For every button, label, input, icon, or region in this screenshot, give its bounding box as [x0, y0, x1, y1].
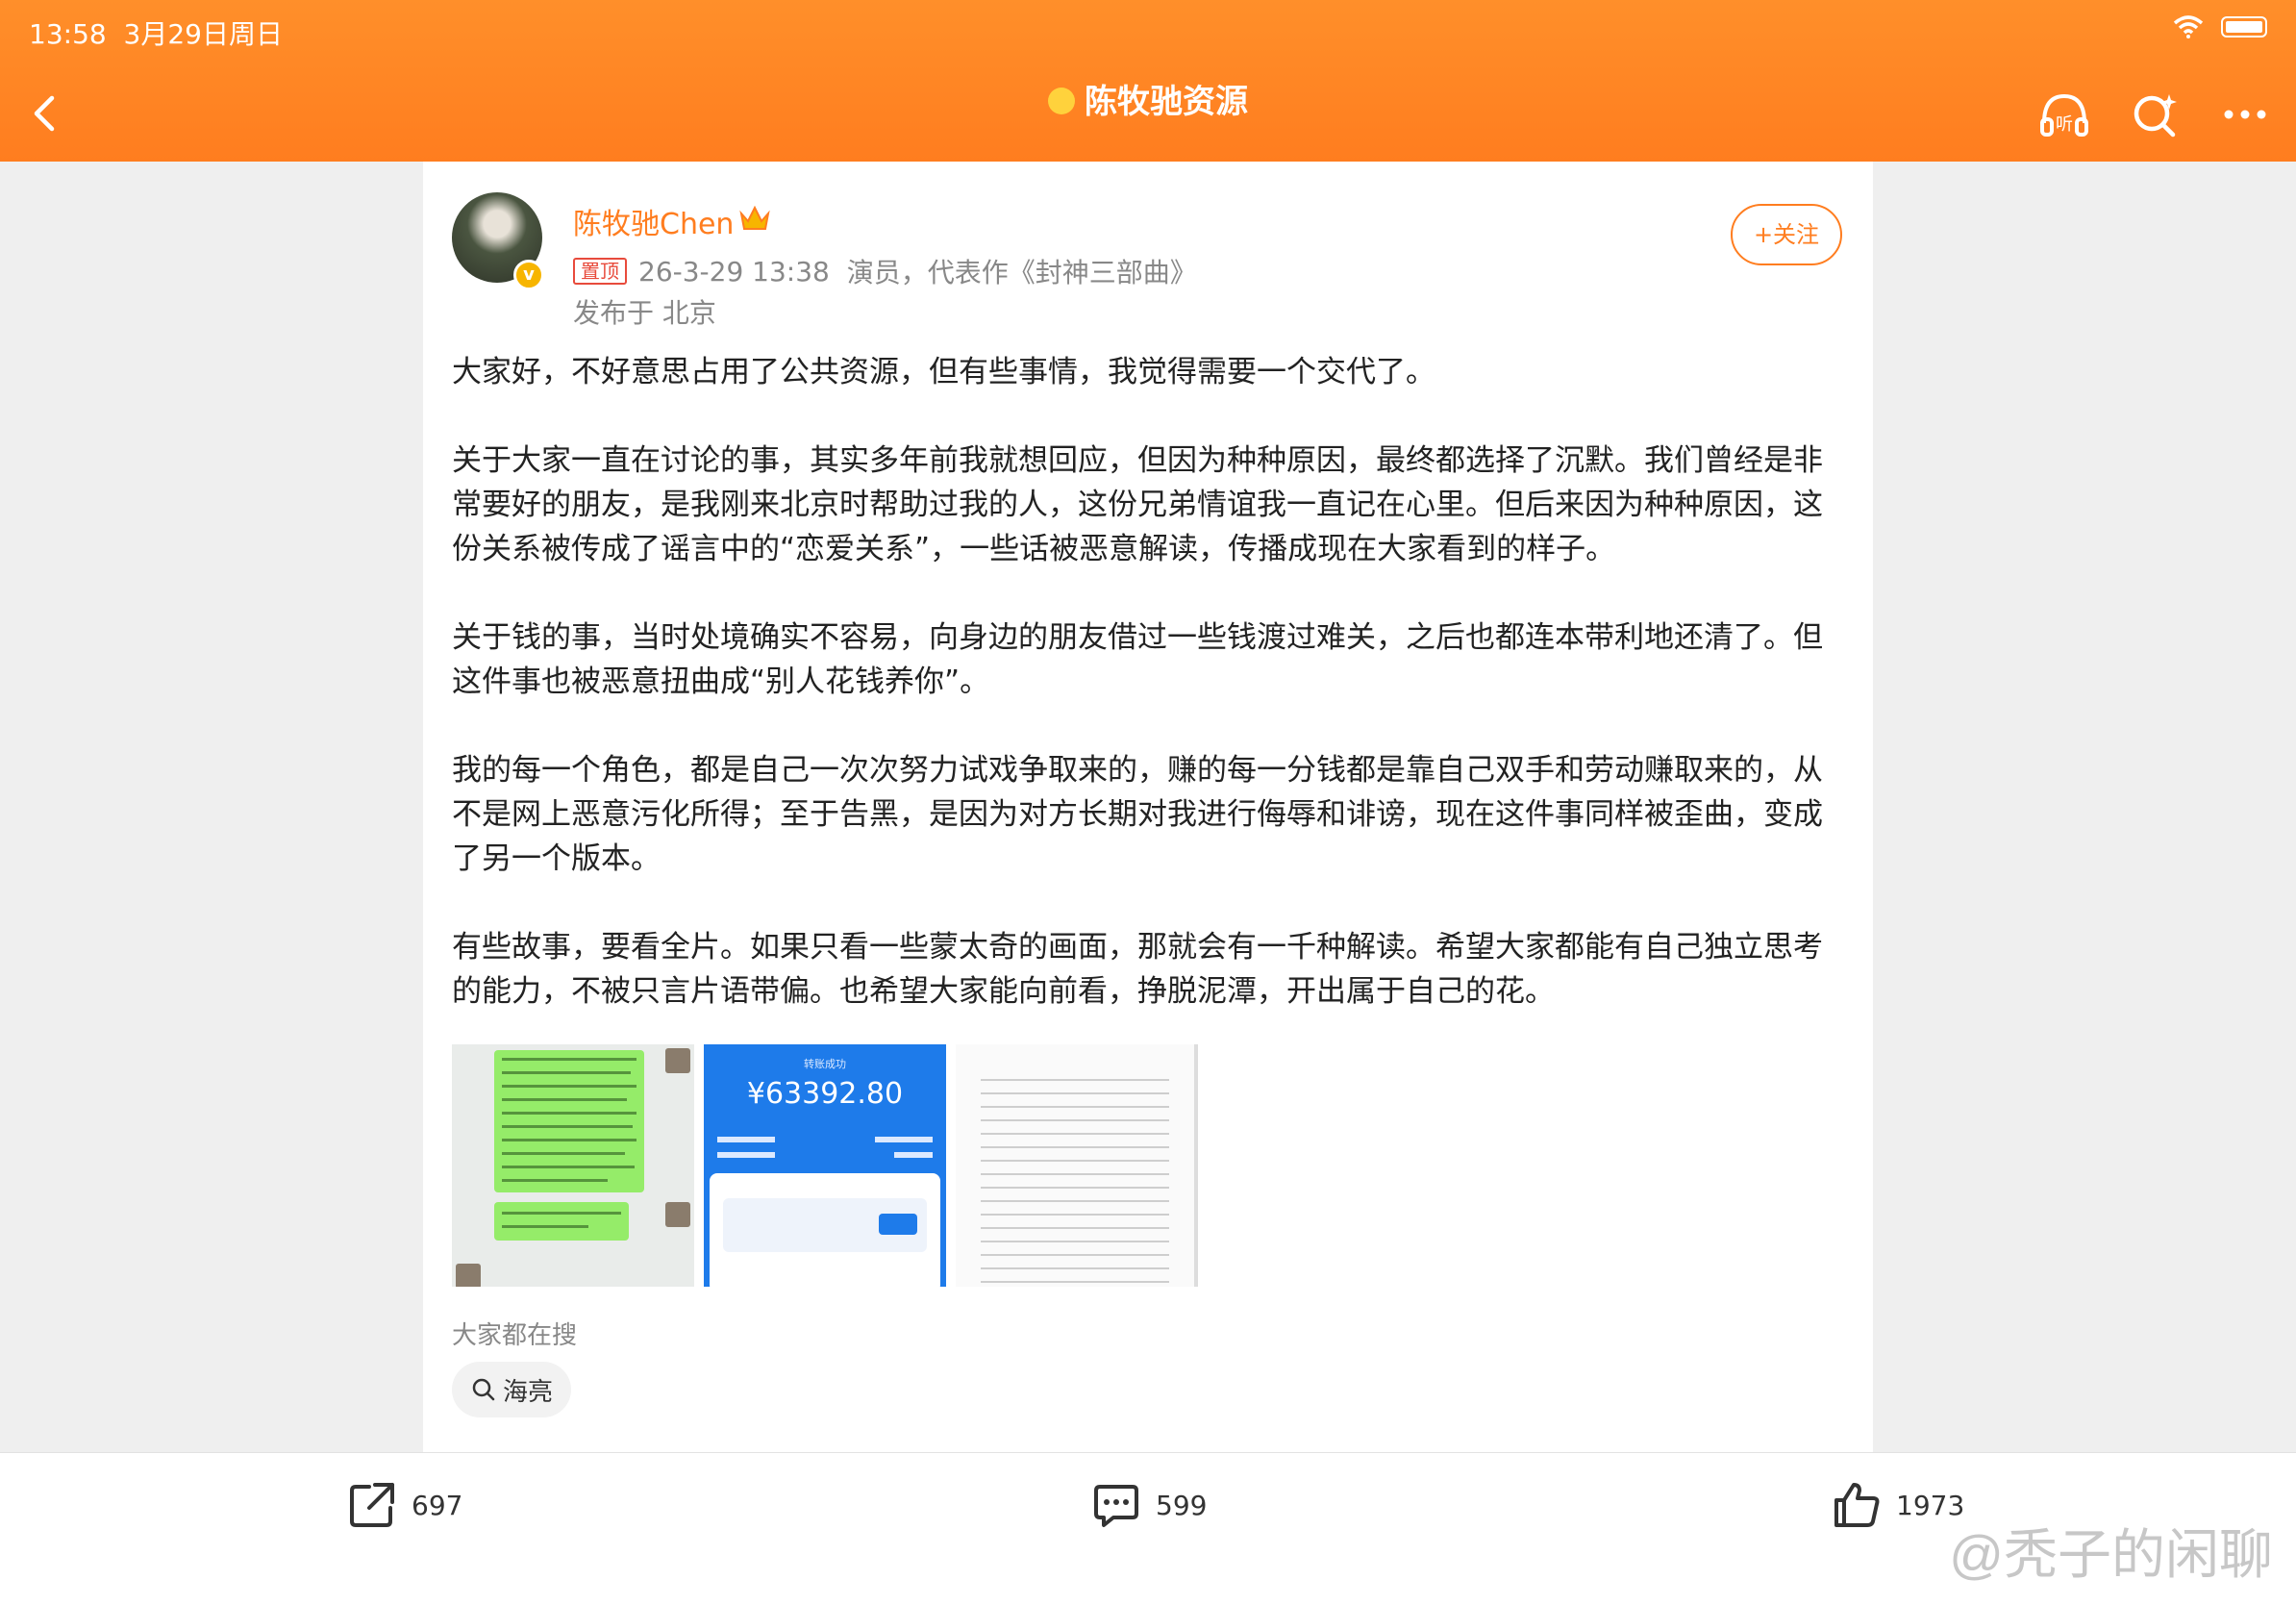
text-line	[502, 1112, 636, 1115]
chat-avatar	[665, 1048, 690, 1073]
text-line	[981, 1092, 1169, 1094]
trending-search-text: 海亮	[502, 1377, 553, 1407]
post-timestamp: 26-3-29 13:38	[638, 255, 830, 288]
trending-label: 大家都在搜	[452, 1321, 578, 1350]
verified-badge-icon: v	[513, 260, 544, 290]
payment-panel	[710, 1173, 940, 1287]
nav-actions: 听	[2034, 85, 2275, 144]
text-line	[981, 1214, 1169, 1216]
text-line	[875, 1137, 933, 1142]
text-line	[502, 1179, 608, 1182]
pinned-badge: 置顶	[573, 258, 627, 285]
chat-avatar	[665, 1202, 690, 1227]
chat-avatar	[456, 1264, 481, 1287]
battery-icon	[2221, 16, 2267, 38]
post-paragraph: 关于钱的事，当时处境确实不容易，向身边的朋友借过一些钱渡过难关，之后也都连本带利…	[452, 620, 1823, 699]
text-line	[981, 1079, 1169, 1081]
watermark: @秃子的闲聊	[1949, 1524, 2273, 1585]
page-title: 陈牧驰资源	[0, 75, 2296, 122]
text-line	[502, 1125, 633, 1128]
trending-search-chip[interactable]: 海亮	[452, 1362, 571, 1417]
wifi-icon	[2173, 15, 2204, 38]
text-line	[894, 1152, 933, 1158]
post-location: 发布于 北京	[573, 297, 716, 329]
chat-screenshot-image[interactable]	[452, 1044, 694, 1287]
chat-bubble	[494, 1202, 629, 1241]
text-line	[502, 1098, 627, 1101]
text-line	[981, 1106, 1169, 1108]
svg-text:听: 听	[2056, 114, 2073, 135]
text-line	[502, 1152, 625, 1155]
document-screenshot-image[interactable]	[956, 1044, 1198, 1287]
text-line	[981, 1254, 1169, 1256]
status-date: 3月29日周日	[123, 18, 283, 50]
repost-count: 697	[412, 1489, 463, 1521]
listen-icon[interactable]: 听	[2034, 85, 2094, 144]
text-line	[981, 1200, 1169, 1202]
status-time: 13:58	[29, 18, 107, 50]
text-line	[981, 1119, 1169, 1121]
page-title-text: 陈牧驰资源	[1085, 83, 1248, 121]
text-line	[981, 1146, 1169, 1148]
text-line	[502, 1225, 588, 1228]
payment-title: 转账成功	[804, 1058, 846, 1070]
payment-amount: ¥63392.80	[746, 1077, 904, 1111]
text-line	[717, 1152, 775, 1158]
payment-screenshot-image[interactable]: 转账成功 ¥63392.80	[704, 1044, 946, 1287]
text-line	[717, 1137, 775, 1142]
post-paragraph: 大家好，不好意思占用了公共资源，但有些事情，我觉得需要一个交代了。	[452, 355, 1435, 389]
text-line	[981, 1241, 1169, 1242]
text-line	[502, 1166, 635, 1168]
repost-icon	[350, 1483, 394, 1527]
text-line	[502, 1058, 636, 1061]
status-icons	[2173, 15, 2267, 38]
comment-icon	[1094, 1485, 1138, 1527]
status-time-date: 13:58 3月29日周日	[29, 13, 283, 52]
post-body: 大家好，不好意思占用了公共资源，但有些事情，我觉得需要一个交代了。 关于大家一直…	[452, 350, 1836, 1058]
top-bar: 13:58 3月29日周日 陈牧驰资源 听	[0, 0, 2296, 162]
text-line	[981, 1227, 1169, 1229]
text-line	[502, 1071, 631, 1074]
username[interactable]: 陈牧驰Chen	[573, 200, 734, 242]
text-line	[502, 1139, 636, 1141]
search-icon	[472, 1378, 495, 1401]
post-images: 转账成功 ¥63392.80	[452, 1044, 1198, 1287]
payee-row	[723, 1198, 927, 1252]
text-line	[502, 1085, 636, 1088]
post-paragraph: 有些故事，要看全片。如果只看一些蒙太奇的画面，那就会有一千种解读。希望大家都能有…	[452, 930, 1823, 1009]
text-line	[981, 1133, 1169, 1135]
thumbs-up-icon	[1834, 1483, 1880, 1527]
post-paragraph: 关于大家一直在讨论的事，其实多年前我就想回应，但因为种种原因，最终都选择了沉默。…	[452, 443, 1823, 566]
crown-icon	[739, 205, 770, 230]
notify-button	[879, 1214, 917, 1235]
repost-button[interactable]: 697	[346, 1479, 462, 1531]
post-paragraph: 我的每一个角色，都是自己一次次努力试戏争取来的，赚的每一分钱都是靠自己双手和劳动…	[452, 753, 1823, 876]
comment-count: 599	[1156, 1489, 1208, 1521]
text-line	[502, 1212, 621, 1215]
text-line	[981, 1173, 1169, 1175]
more-icon[interactable]	[2215, 85, 2275, 144]
text-line	[981, 1160, 1169, 1162]
text-line	[981, 1281, 1169, 1283]
user-description: 演员，代表作《封神三部曲》	[846, 257, 1197, 288]
post-meta: 置顶 26-3-29 13:38 演员，代表作《封神三部曲》	[573, 252, 1197, 290]
sun-logo-icon	[1048, 87, 1075, 114]
comment-button[interactable]: 599	[1090, 1479, 1207, 1531]
search-sparkle-icon[interactable]	[2125, 85, 2184, 144]
text-line	[981, 1187, 1169, 1189]
like-button[interactable]: 1973	[1831, 1479, 1964, 1531]
follow-button[interactable]: +关注	[1731, 204, 1842, 265]
text-line	[981, 1267, 1169, 1269]
